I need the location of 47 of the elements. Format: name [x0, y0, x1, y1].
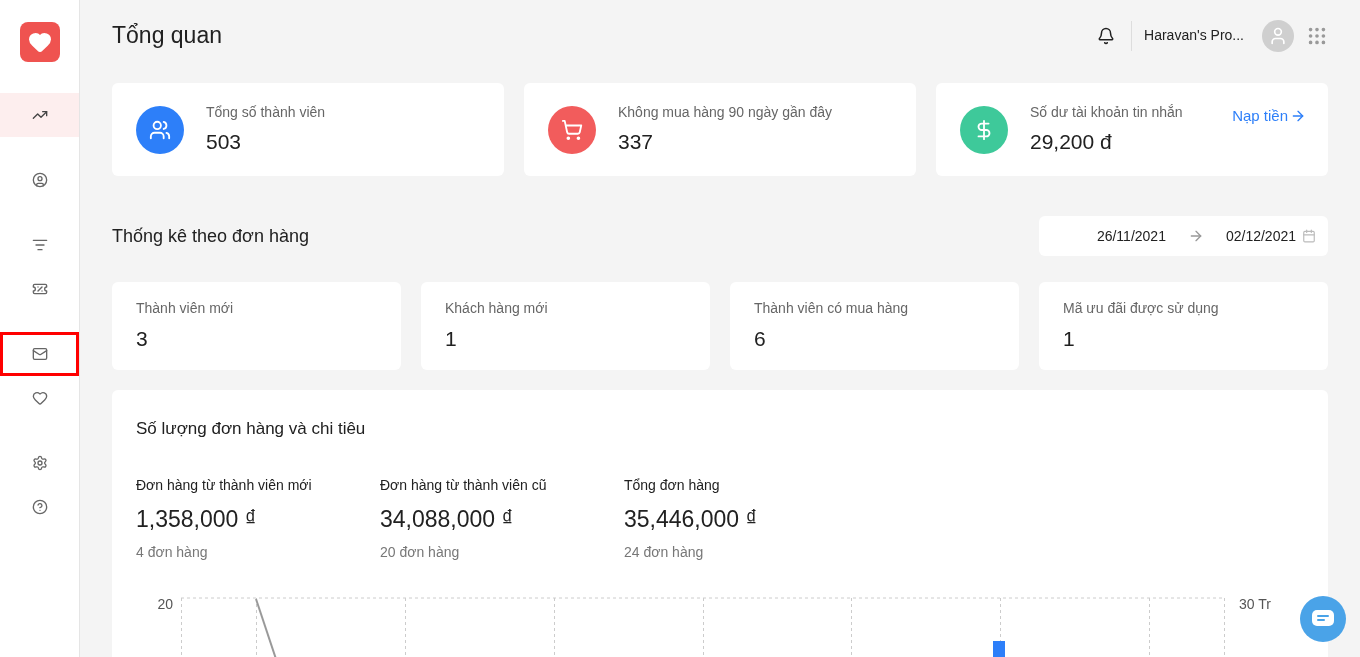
- filter-icon: [31, 237, 48, 253]
- metric-value: 1,358,000 ₫: [136, 504, 258, 534]
- card-label: Không mua hàng 90 ngày gần đây: [618, 102, 833, 122]
- sidebar-item[interactable]: [0, 332, 79, 376]
- stat-label: Thành viên mới: [136, 298, 235, 318]
- card-label: Tổng số thành viên: [206, 102, 326, 122]
- chat-button[interactable]: [1300, 596, 1346, 642]
- mail-icon: [31, 346, 48, 362]
- stat-value: 6: [754, 325, 767, 352]
- stat-value: 1: [1063, 325, 1076, 352]
- metric-orders: 24 đơn hàng: [624, 543, 705, 562]
- axis-label: 30 Tr: [1238, 597, 1271, 614]
- bell-icon[interactable]: [1097, 26, 1116, 45]
- card-value: 503: [206, 128, 243, 155]
- chart-title: Số lượng đơn hàng và chi tiêu: [136, 418, 367, 440]
- top-up-link[interactable]: Nạp tiền: [1232, 105, 1306, 128]
- page-title: Tổng quan: [112, 21, 223, 51]
- metric-value: 34,088,000 ₫: [380, 504, 515, 534]
- end-date: 02/12/2021: [1225, 226, 1296, 246]
- stat-label: Mã ưu đãi được sử dụng: [1063, 298, 1220, 318]
- settings-icon: [31, 455, 48, 471]
- account-name[interactable]: Haravan's Pro...: [1144, 25, 1244, 46]
- logo-icon[interactable]: [19, 22, 60, 62]
- metric-label: Đơn hàng từ thành viên mới: [136, 475, 313, 495]
- card-value: 337: [618, 128, 655, 155]
- date-range-field[interactable]: 26/11/2021 02/12/2021: [1039, 216, 1328, 256]
- user-icon: [31, 172, 48, 188]
- ticket-icon: [31, 281, 48, 297]
- stat-value: 1: [445, 325, 458, 352]
- help-icon: [31, 499, 48, 515]
- metric-orders: 20 đơn hàng: [380, 543, 461, 562]
- avatar-icon[interactable]: [1262, 19, 1294, 52]
- stat-value: 3: [136, 325, 149, 352]
- metric-label: Tổng đơn hàng: [624, 475, 721, 495]
- section-title: Thống kê theo đơn hàng: [112, 224, 310, 248]
- chat-icon: [1311, 609, 1335, 629]
- start-date: 26/11/2021: [1096, 226, 1166, 246]
- metric-value: 35,446,000 ₫: [624, 504, 759, 534]
- card-value: 29,200 đ: [1030, 128, 1113, 155]
- card-label: Số dư tài khoản tin nhắn: [1030, 102, 1183, 122]
- heart-icon: [31, 390, 48, 406]
- stat-label: Khách hàng mới: [445, 298, 549, 318]
- axis-label: 20: [156, 597, 174, 614]
- metric-orders: 4 đơn hàng: [136, 543, 209, 562]
- stat-label: Thành viên có mua hàng: [754, 298, 910, 318]
- metric-label: Đơn hàng từ thành viên cũ: [380, 475, 548, 495]
- calendar-icon: [1302, 229, 1316, 243]
